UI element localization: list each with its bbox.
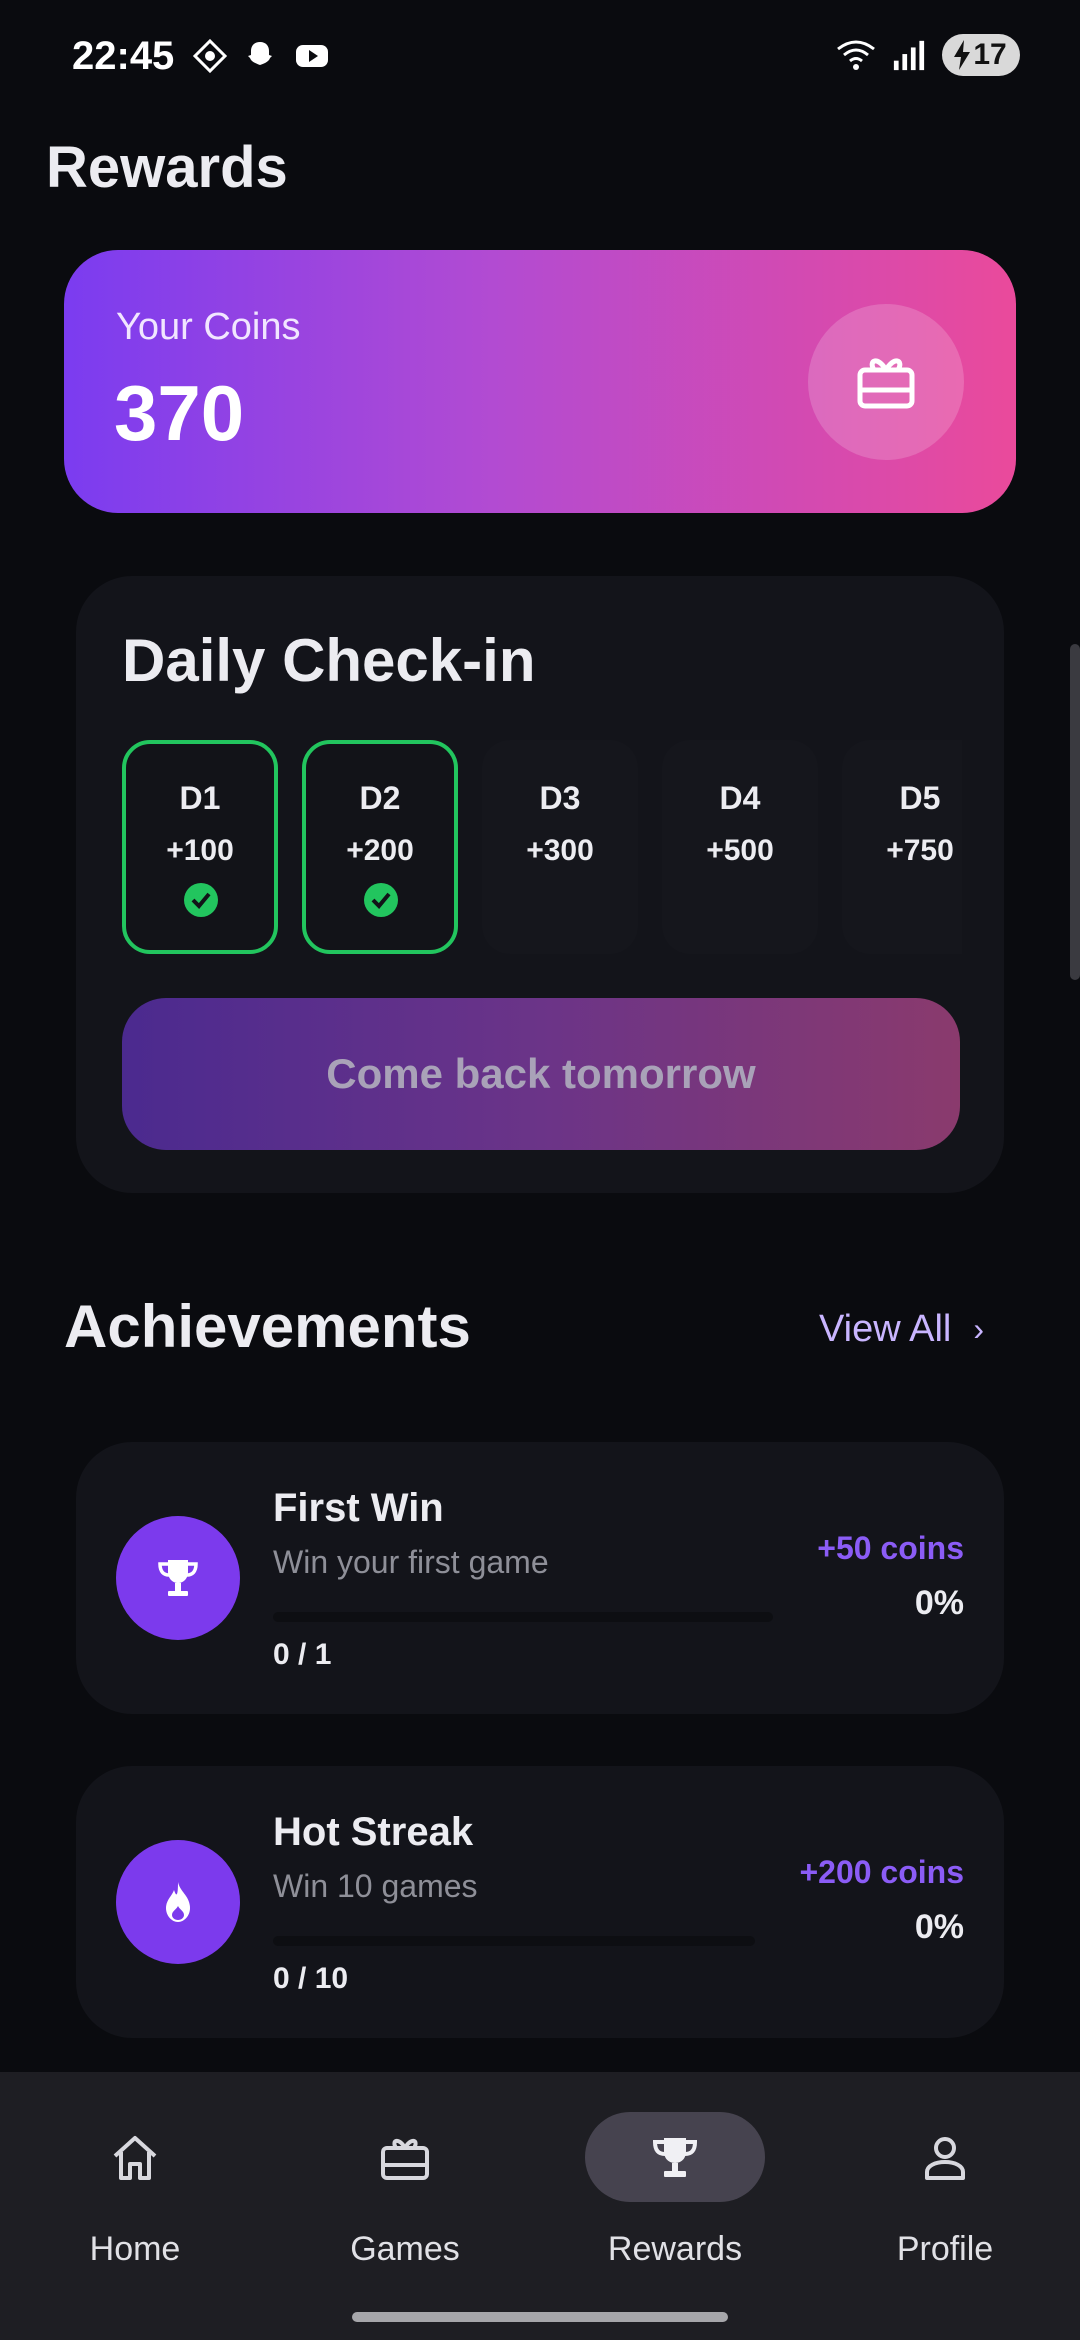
day-label: D1 — [179, 780, 221, 816]
achievement-card-hot-streak[interactable]: Hot Streak Win 10 games 0 / 10 +200 coin… — [76, 1766, 1004, 2038]
trophy-icon — [652, 2138, 698, 2177]
coins-icon-circle — [808, 304, 964, 460]
day-reward: +300 — [526, 834, 594, 867]
checkin-day-4[interactable]: D4 +500 — [662, 740, 818, 954]
coins-card: Your Coins 370 — [64, 250, 1016, 513]
day-reward: +750 — [886, 834, 954, 867]
nav-label: Profile — [896, 2230, 994, 2268]
day-label: D5 — [899, 780, 941, 816]
nav-item-profile[interactable]: Profile — [810, 2072, 1080, 2272]
signal-icon — [893, 40, 925, 71]
nav-label: Games — [350, 2230, 460, 2268]
flame-icon — [166, 1882, 190, 1922]
notification-icons — [192, 38, 328, 74]
check-circle-icon — [364, 883, 398, 917]
scrollbar-thumb[interactable] — [1070, 644, 1080, 980]
rewards-screen: 22:45 17 Rewards Your Coins 370 Daily Ch… — [0, 0, 1080, 2340]
chevron-right-icon: › — [973, 1311, 984, 1347]
view-all-label: View All — [818, 1308, 952, 1350]
achievement-icon-circle — [116, 1516, 240, 1640]
nav-item-rewards[interactable]: Rewards — [540, 2072, 810, 2272]
achievement-progress-bar — [273, 1612, 773, 1622]
checkin-day-5[interactable]: D5 +750 — [842, 740, 962, 954]
status-time: 22:45 — [72, 34, 175, 78]
achievement-icon-circle — [116, 1840, 240, 1964]
achievement-percent: 0% — [914, 1908, 964, 1946]
achievement-description: Win your first game — [273, 1544, 549, 1580]
checkin-days-row[interactable]: D1 +100 D2 +200 D3 +300 D4 +500 D5 +750 — [122, 740, 962, 954]
battery-icon: 17 — [942, 34, 1020, 76]
youtube-icon — [292, 38, 328, 74]
gift-card-icon — [381, 2138, 429, 2180]
nav-item-games[interactable]: Games — [270, 2072, 540, 2272]
check-circle-icon — [184, 883, 218, 917]
day-label: D4 — [719, 780, 761, 816]
achievement-name: Hot Streak — [273, 1810, 474, 1854]
daily-checkin-card: Daily Check-in D1 +100 D2 +200 D3 +300 D… — [76, 576, 1004, 1193]
achievement-percent: 0% — [914, 1584, 964, 1622]
day-reward: +100 — [166, 834, 234, 867]
achievement-description: Win 10 games — [273, 1868, 478, 1904]
wifi-icon — [837, 40, 875, 70]
coins-value: 370 — [114, 369, 245, 457]
checkin-day-2[interactable]: D2 +200 — [302, 740, 458, 954]
day-reward: +500 — [706, 834, 774, 867]
snapchat-icon — [242, 38, 278, 74]
checkin-day-1[interactable]: D1 +100 — [122, 740, 278, 954]
day-reward: +200 — [346, 834, 414, 867]
achievement-name: First Win — [273, 1486, 444, 1530]
home-icon — [113, 2136, 157, 2180]
day-label: D3 — [539, 780, 581, 816]
achievement-reward: +200 coins — [799, 1854, 964, 1890]
trophy-icon — [158, 1560, 198, 1596]
nav-item-home[interactable]: Home — [0, 2072, 270, 2272]
achievement-progress-bar — [273, 1936, 755, 1946]
achievement-count: 0 / 1 — [273, 1638, 332, 1671]
achievement-card-first-win[interactable]: First Win Win your first game 0 / 1 +50 … — [76, 1442, 1004, 1714]
nav-label: Rewards — [607, 2230, 743, 2268]
checkin-day-3[interactable]: D3 +300 — [482, 740, 638, 954]
status-bar: 22:45 17 — [0, 0, 1080, 120]
achievements-title: Achievements — [64, 1293, 471, 1360]
view-all-link[interactable]: View All › — [819, 1308, 984, 1351]
home-indicator[interactable] — [352, 2312, 728, 2322]
nav-label: Home — [89, 2230, 181, 2268]
checkin-title: Daily Check-in — [122, 627, 536, 694]
person-icon — [925, 2137, 965, 2180]
day-label: D2 — [359, 780, 401, 816]
come-back-tomorrow-button[interactable]: Come back tomorrow — [122, 998, 960, 1150]
battery-level: 17 — [973, 38, 1007, 71]
gift-card-icon — [857, 358, 915, 409]
system-icons: 17 — [836, 34, 1020, 76]
page-title: Rewards — [46, 135, 288, 200]
bottom-navigation: Home Games Rewards Profile — [0, 2072, 1080, 2340]
achievement-reward: +50 coins — [817, 1530, 964, 1566]
coins-label: Your Coins — [116, 306, 301, 348]
achievement-count: 0 / 10 — [273, 1962, 349, 1995]
app-icon — [192, 38, 228, 74]
